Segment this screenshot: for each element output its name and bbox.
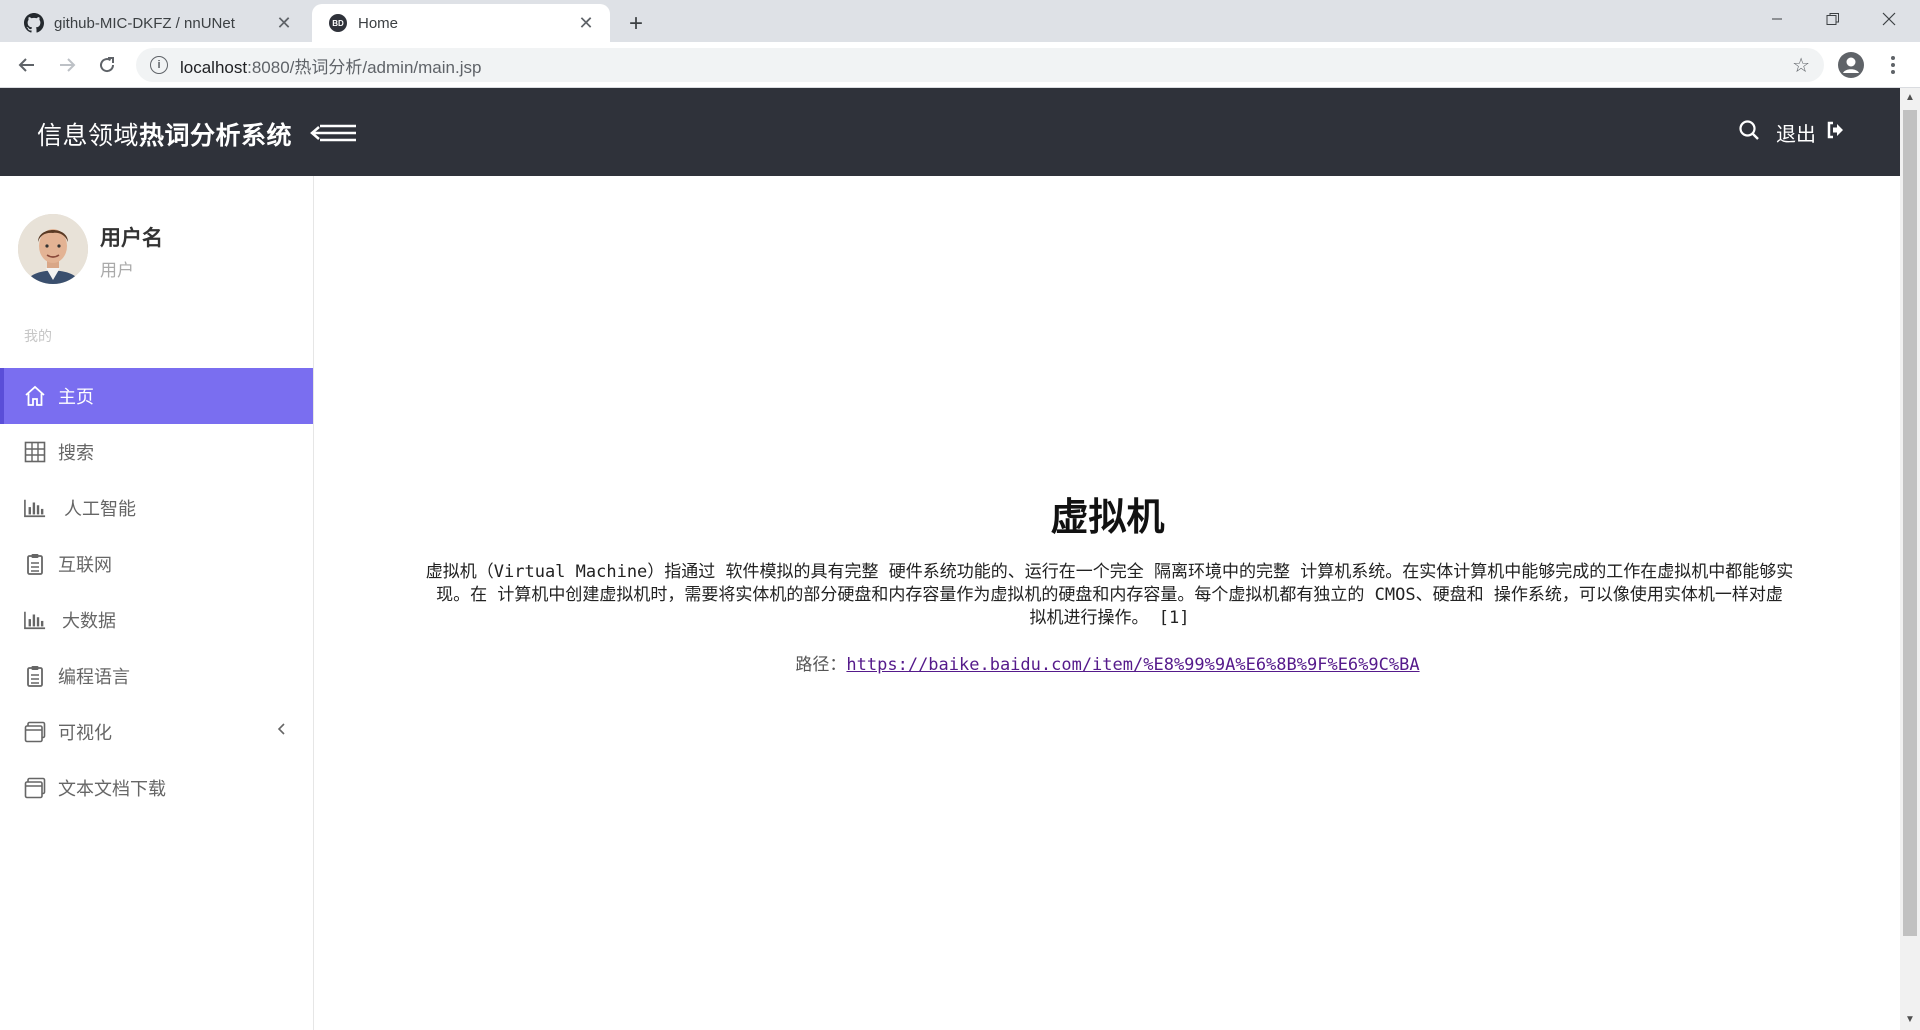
app-header: 信息领域热词分析系统 退出 [0,88,1900,176]
window-icon [24,777,46,799]
sidebar-item-label: 编程语言 [58,667,130,687]
sign-out-icon [1826,121,1844,145]
sidebar-toggle-icon[interactable] [310,122,358,144]
tab-title: Home [358,14,399,32]
info-icon[interactable]: i [150,56,168,74]
user-panel: 用户名 用户 [18,214,298,286]
sidebar-item-label: 搜索 [58,443,94,463]
sidebar-item-internet[interactable]: 互联网 [0,536,313,592]
close-tab-icon[interactable]: ✕ [272,11,296,35]
page-scrollbar[interactable]: ▲ ▼ [1900,88,1920,1030]
close-tab-icon[interactable]: ✕ [574,11,598,35]
user-role: 用户 [100,261,134,280]
tab-github[interactable]: github-MIC-DKFZ / nnUNet ✕ [8,4,308,42]
sidebar-item-search[interactable]: 搜索 [0,424,313,480]
article-line: 虚拟机（Virtual Machine）指通过 软件模拟的具有完整 硬件系统功能… [425,562,1794,582]
sidebar-item-label: 主页 [58,387,94,407]
grid-icon [24,441,46,463]
window-close-icon[interactable] [1866,0,1912,38]
tab-home[interactable]: BD Home ✕ [312,4,610,42]
url-path: :8080/热词分析/admin/main.jsp [247,57,482,77]
url-host: localhost [180,57,248,77]
sidebar-item-label: 大数据 [62,611,116,631]
restore-icon[interactable] [1810,0,1856,38]
scroll-thumb[interactable] [1903,110,1917,936]
bar-chart-icon [24,497,46,519]
sidebar-item-label: 互联网 [58,555,112,575]
brand-bold-text: 热词分析系统 [139,122,293,150]
article-title: 虚拟机 [1050,494,1165,539]
bar-chart-icon [24,609,46,631]
user-name: 用户名 [100,227,163,250]
path-label: 路径： [795,655,847,675]
home-icon [24,385,46,407]
brand-light-text: 信息领域 [37,122,140,150]
sidebar-item-bigdata[interactable]: 大数据 [0,592,313,648]
baidu-icon: BD [328,13,348,33]
section-label: 我的 [24,328,52,344]
browser-tab-bar: github-MIC-DKFZ / nnUNet ✕ BD Home ✕ + [0,0,1920,42]
article-line: 现。在 计算机中创建虚拟机时，需要将实体机的部分硬盘和内存容量作为虚拟机的硬盘和… [436,585,1783,605]
forward-icon[interactable] [52,50,82,80]
minimize-icon[interactable] [1754,0,1800,38]
sidebar-item-label: 文本文档下载 [58,779,166,799]
clipboard-icon [24,665,46,687]
browser-toolbar: i localhost:8080/热词分析/admin/main.jsp ☆ [0,42,1920,88]
logout-button[interactable]: 退出 [1776,118,1844,147]
chevron-left-icon[interactable] [277,722,287,741]
browser-menu-icon[interactable] [1880,52,1906,78]
search-icon[interactable] [1738,119,1760,147]
sidebar-item-downloads[interactable]: 文本文档下载 [0,760,313,816]
new-tab-button[interactable]: + [620,8,652,40]
scroll-down-icon[interactable]: ▼ [1904,1014,1916,1026]
address-bar[interactable]: i localhost:8080/热词分析/admin/main.jsp ☆ [136,48,1824,82]
logout-label: 退出 [1776,124,1816,146]
sidebar-item-visualization[interactable]: 可视化 [0,704,313,760]
bookmark-star-icon[interactable]: ☆ [1792,53,1810,78]
clipboard-icon [24,553,46,575]
reload-icon[interactable] [92,50,122,80]
article-source: 路径：https://baike.baidu.com/item/%E8%99%9… [315,650,1900,675]
source-link[interactable]: https://baike.baidu.com/item/%E8%99%9A%E… [846,655,1419,675]
sidebar-item-label: 人工智能 [64,499,136,519]
article-body: 虚拟机（Virtual Machine）指通过 软件模拟的具有完整 硬件系统功能… [323,561,1896,630]
sidebar: 用户名 用户 我的 主页 搜索 人工智能 互联网 大数据 编程语言 可视化 文本… [0,176,314,1030]
sidebar-item-label: 可视化 [58,723,112,743]
window-icon [24,721,46,743]
article-line: 拟机进行操作。 [1] [1029,608,1190,628]
sidebar-item-programming[interactable]: 编程语言 [0,648,313,704]
sidebar-item-ai[interactable]: 人工智能 [0,480,313,536]
main-content: 虚拟机 虚拟机（Virtual Machine）指通过 软件模拟的具有完整 硬件… [315,176,1900,1030]
profile-icon[interactable] [1838,52,1864,78]
sidebar-nav: 主页 搜索 人工智能 互联网 大数据 编程语言 可视化 文本文档下载 [0,368,313,816]
tab-title: github-MIC-DKFZ / nnUNet [54,14,235,32]
sidebar-item-home[interactable]: 主页 [0,368,313,424]
scroll-up-icon[interactable]: ▲ [1904,92,1916,104]
app-brand[interactable]: 信息领域热词分析系统 [37,116,292,152]
avatar[interactable] [18,214,88,284]
back-icon[interactable] [12,50,42,80]
github-icon [24,13,44,33]
